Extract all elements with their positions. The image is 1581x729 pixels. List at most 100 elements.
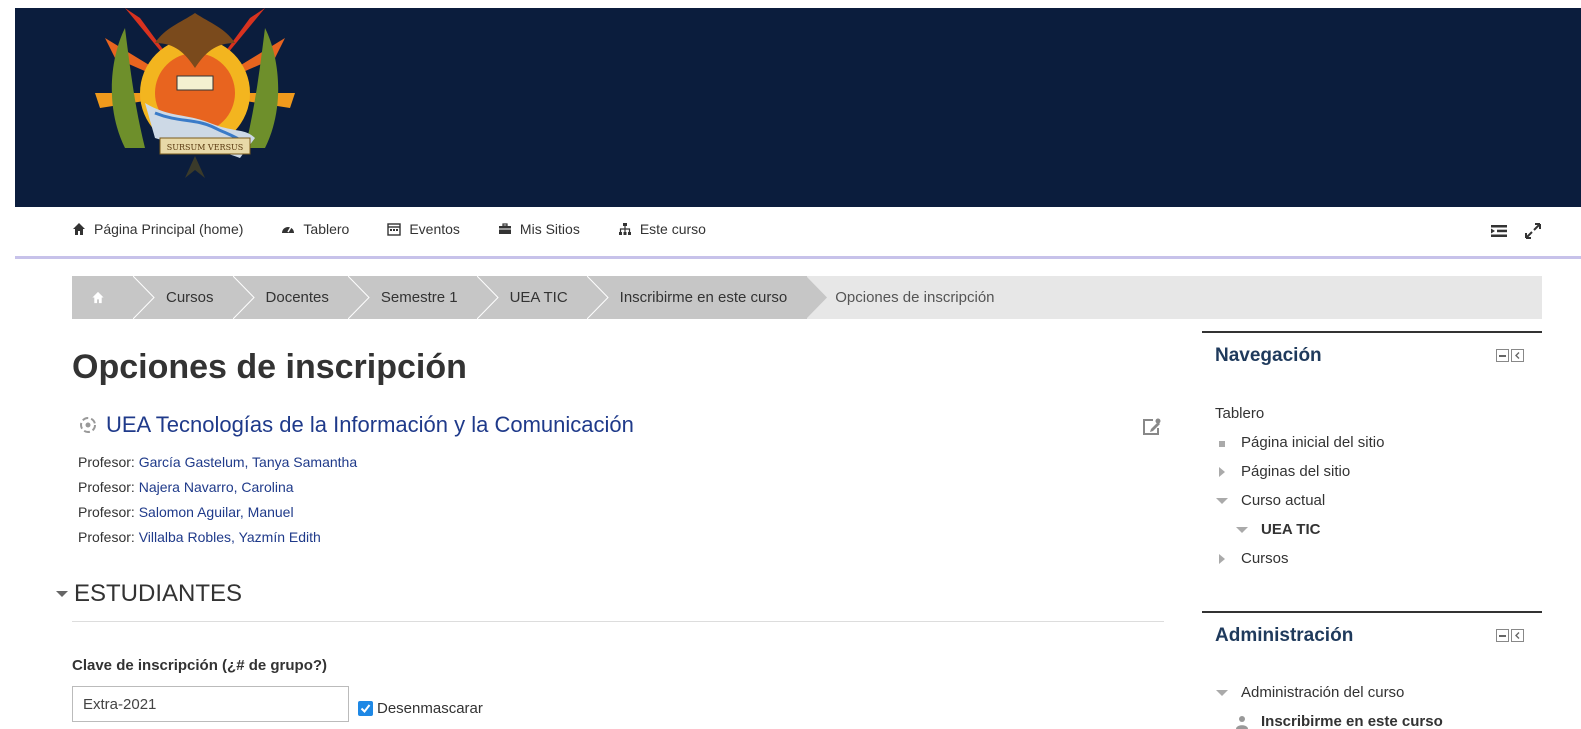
teacher-label: Profesor: — [78, 454, 135, 470]
breadcrumb-separator — [586, 276, 609, 319]
fullscreen-icon[interactable] — [1523, 221, 1543, 241]
toggle-sidebar-icon[interactable] — [1489, 221, 1509, 241]
dock-block-icon[interactable] — [1511, 629, 1524, 642]
caret-down-icon — [1216, 497, 1228, 504]
caret-right-icon — [1219, 553, 1225, 564]
nav-tree-item[interactable]: Curso actual — [1215, 486, 1384, 515]
teacher-label: Profesor: — [78, 504, 135, 520]
nav-events-label: Eventos — [409, 221, 460, 237]
breadcrumb-separator — [806, 276, 828, 319]
navigation-block-title: Navegación — [1215, 345, 1322, 366]
navigation-block: Navegación Tablero Página inicial del si… — [1202, 331, 1542, 591]
breadcrumb-label: Cursos — [166, 289, 214, 306]
collapse-block-icon[interactable] — [1496, 349, 1509, 362]
home-icon — [73, 223, 85, 235]
breadcrumb-label: Docentes — [265, 289, 329, 306]
teacher-name-link[interactable]: Villalba Robles, Yazmín Edith — [139, 529, 321, 545]
nav-tree-item[interactable]: Página inicial del sitio — [1215, 428, 1384, 457]
nav-events[interactable]: Eventos — [387, 221, 460, 237]
course-icon — [80, 417, 96, 433]
course-title-link[interactable]: UEA Tecnologías de la Información y la C… — [78, 412, 634, 438]
breadcrumb: Cursos Docentes Semestre 1 UEA TIC Inscr… — [72, 276, 1542, 319]
nav-tree-label: Curso actual — [1241, 492, 1326, 509]
caret-down-icon — [56, 591, 68, 597]
teacher-label: Profesor: — [78, 529, 135, 545]
section-divider — [72, 621, 1164, 622]
nav-tree-label: Cursos — [1241, 550, 1289, 567]
edit-settings-icon[interactable] — [1140, 416, 1162, 438]
block-controls — [1494, 349, 1524, 362]
teacher-row: Profesor: García Gastelum, Tanya Samanth… — [78, 450, 357, 475]
breadcrumb-label: UEA TIC — [509, 289, 568, 306]
caret-right-icon — [1219, 466, 1225, 477]
nav-tree-label: Páginas del sitio — [1241, 463, 1351, 480]
breadcrumb-separator — [476, 276, 499, 319]
unmask-label: Desenmascarar — [377, 700, 483, 717]
section-toggle-estudiantes[interactable]: ESTUDIANTES — [54, 580, 242, 608]
navigation-tree: Tablero Página inicial del sitio Páginas… — [1215, 399, 1384, 573]
breadcrumb-separator — [133, 276, 155, 319]
nav-tree-item[interactable]: Páginas del sitio — [1215, 457, 1384, 486]
nav-tree-label: Página inicial del sitio — [1241, 434, 1385, 451]
teacher-name-link[interactable]: Salomon Aguilar, Manuel — [139, 504, 294, 520]
home-icon — [92, 291, 104, 304]
teacher-list: Profesor: García Gastelum, Tanya Samanth… — [78, 450, 357, 550]
administration-tree: Administración del curso Inscribirme en … — [1215, 678, 1443, 729]
header-banner: SURSUM VERSUS — [15, 8, 1581, 207]
dock-block-icon[interactable] — [1511, 349, 1524, 362]
university-logo: SURSUM VERSUS — [95, 8, 295, 178]
collapse-block-icon[interactable] — [1496, 629, 1509, 642]
block-controls — [1494, 629, 1524, 642]
admin-tree-label: Administración del curso — [1241, 684, 1405, 701]
nav-dashboard-label: Tablero — [303, 221, 350, 237]
nav-tree-label: Tablero — [1215, 405, 1265, 422]
nav-tree-root[interactable]: Tablero — [1215, 399, 1384, 428]
nav-this-course-label: Este curso — [639, 221, 706, 237]
calendar-icon — [387, 223, 402, 236]
caret-down-icon — [1236, 526, 1248, 533]
page-title: Opciones de inscripción — [72, 348, 467, 386]
breadcrumb-label: Semestre 1 — [380, 289, 458, 306]
sitemap-icon — [618, 223, 631, 235]
nav-dashboard[interactable]: Tablero — [281, 221, 349, 237]
teacher-row: Profesor: Najera Navarro, Carolina — [78, 475, 357, 500]
teacher-name-link[interactable]: García Gastelum, Tanya Samantha — [139, 454, 357, 470]
administration-block: Administración Administración del curso … — [1202, 611, 1542, 729]
nav-home-label: Página Principal (home) — [94, 221, 244, 237]
user-icon — [1236, 715, 1248, 729]
logo-motto: SURSUM VERSUS — [167, 143, 244, 152]
admin-tree-item[interactable]: Inscribirme en este curso — [1215, 707, 1443, 729]
administration-block-title: Administración — [1215, 625, 1354, 646]
teacher-row: Profesor: Salomon Aguilar, Manuel — [78, 500, 357, 525]
unmask-checkbox[interactable]: Desenmascarar — [358, 700, 483, 717]
caret-down-icon — [1216, 689, 1228, 696]
breadcrumb-separator — [232, 276, 255, 319]
teacher-row: Profesor: Villalba Robles, Yazmín Edith — [78, 525, 357, 550]
nav-home[interactable]: Página Principal (home) — [72, 221, 243, 237]
nav-tree-item[interactable]: UEA TIC — [1215, 515, 1384, 544]
breadcrumb-label: Inscribirme en este curso — [619, 289, 788, 306]
admin-tree-label: Inscribirme en este curso — [1261, 713, 1443, 729]
nav-my-sites-label: Mis Sitios — [519, 221, 580, 237]
nav-tree-label: UEA TIC — [1261, 521, 1321, 538]
dashboard-icon — [282, 226, 295, 233]
enrol-key-label: Clave de inscripción (¿# de grupo?) — [72, 657, 328, 674]
breadcrumb-item-enrol[interactable]: Inscribirme en este curso — [587, 276, 828, 319]
checkbox-checked-icon — [358, 701, 373, 716]
top-navbar: Página Principal (home) Tablero Eventos … — [15, 207, 1581, 259]
teacher-name-link[interactable]: Najera Navarro, Carolina — [139, 479, 294, 495]
breadcrumb-current-label: Opciones de inscripción — [835, 289, 995, 306]
enrol-key-input[interactable] — [72, 686, 349, 722]
teacher-label: Profesor: — [78, 479, 135, 495]
admin-tree-item[interactable]: Administración del curso — [1215, 678, 1443, 707]
breadcrumb-current: Opciones de inscripción — [807, 276, 1014, 319]
bullet-icon — [1219, 440, 1225, 447]
breadcrumb-home[interactable] — [72, 276, 155, 319]
nav-my-sites[interactable]: Mis Sitios — [498, 221, 580, 237]
briefcase-icon — [498, 223, 511, 234]
nav-tree-item[interactable]: Cursos — [1215, 544, 1384, 573]
course-title-text: UEA Tecnologías de la Información y la C… — [106, 412, 634, 437]
section-title: ESTUDIANTES — [74, 580, 243, 607]
nav-this-course[interactable]: Este curso — [618, 221, 706, 237]
breadcrumb-separator — [347, 276, 370, 319]
